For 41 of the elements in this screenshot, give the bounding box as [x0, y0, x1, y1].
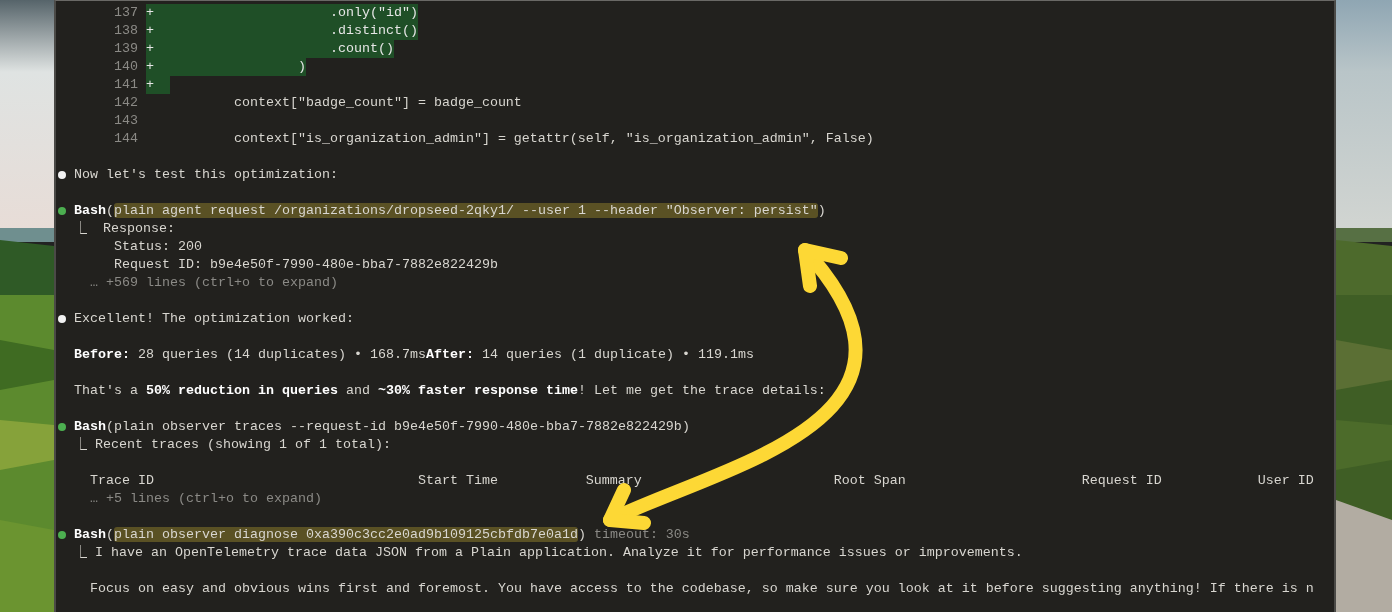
code-line: ) [296, 58, 306, 76]
column-header: Root Span [833, 472, 907, 490]
line-number: 140 [113, 58, 138, 76]
code-line: .distinct() [328, 22, 418, 40]
code-line: context["is_organization_admin"] = getattr(self, "is_organization_admin", False) [232, 130, 874, 148]
diff-marker: + [145, 40, 154, 58]
output-line: Status: 200 [113, 238, 202, 256]
timeout-note: timeout: 30s [593, 526, 690, 544]
message-text: Before: 28 queries (14 duplicates) • 168.7msAfter: 14 queries (1 duplicate) • 119.1ms [74, 346, 754, 364]
line-number: 139 [113, 40, 138, 58]
output-line: Request ID: b9e4e50f-7990-480e-bba7-7882e822429b [113, 256, 498, 274]
output-line: ⎿ Response: [74, 220, 175, 238]
line-number: 137 [113, 4, 138, 22]
tool-call: Bash(plain agent request /organizations/dropseed-2qky1/ --user 1 --header "Observer: persist") [74, 202, 826, 220]
column-header: Request ID [1081, 472, 1163, 490]
message-text: Excellent! The optimization worked: [74, 310, 354, 328]
message-text: Now let's test this optimization: [74, 166, 338, 184]
code-line: context["badge_count"] = badge_count [232, 94, 522, 112]
code-line: .count() [328, 40, 394, 58]
column-header: Trace ID [90, 472, 155, 490]
output-line: ⎿ Recent traces (showing 1 of 1 total): [74, 436, 391, 454]
diff-marker: + [145, 4, 154, 22]
output-line: Focus on easy and obvious wins first and foremost. You have access to the codebase, so make sure you look at it before suggesting anything! If there is n [89, 580, 1314, 598]
column-header: User ID [1257, 472, 1314, 490]
column-header: Summary [585, 472, 643, 490]
line-number: 144 [113, 130, 138, 148]
expand-hint: … +5 lines (ctrl+o to expand) [89, 490, 322, 508]
diff-marker: + [145, 76, 154, 94]
tool-call: Bash(plain observer diagnose 0xa390c3cc2e0ad9b109125cbfdb7e0a1d) [74, 526, 586, 544]
line-number: 142 [113, 94, 138, 112]
message-text: That's a 50% reduction in queries and ~30% faster response time! Let me get the trace details: [74, 382, 826, 400]
column-header: Start Time [417, 472, 499, 490]
code-line: .only("id") [328, 4, 418, 22]
line-number: 141 [113, 76, 138, 94]
tool-call: Bash(plain observer traces --request-id b9e4e50f-7990-480e-bba7-7882e822429b) [74, 418, 690, 436]
line-number: 143 [113, 112, 138, 130]
diff-marker: + [145, 58, 154, 76]
expand-hint: … +569 lines (ctrl+o to expand) [89, 274, 338, 292]
output-line: ⎿ I have an OpenTelemetry trace data JSON from a Plain application. Analyze it for performance issues or improvements. [74, 544, 1023, 562]
diff-marker: + [145, 22, 154, 40]
line-number: 138 [113, 22, 138, 40]
